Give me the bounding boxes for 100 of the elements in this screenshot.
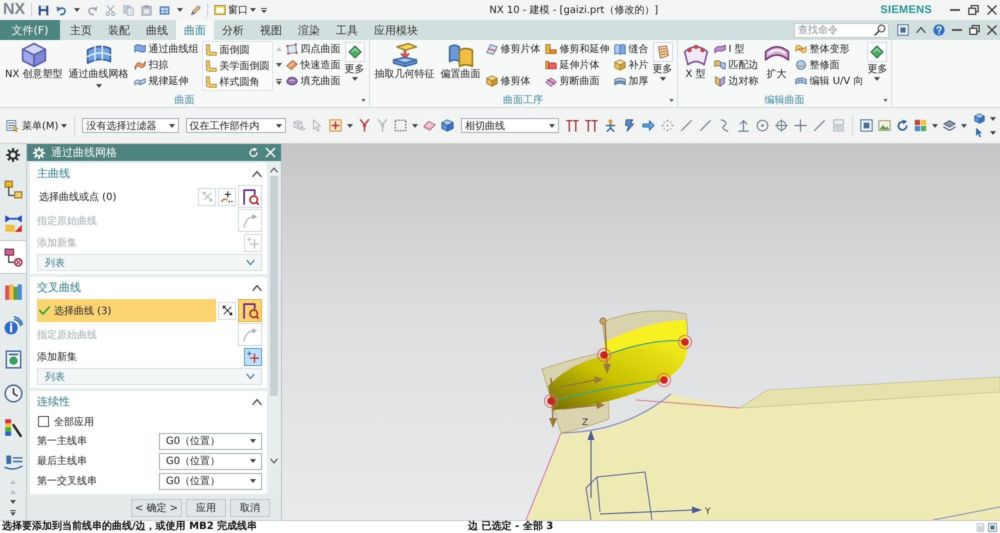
fork-icon[interactable] [358,119,371,132]
ribbon-tab[interactable]: 视图 [252,20,290,40]
expand-icon[interactable] [10,510,16,516]
double-pin-icon[interactable] [566,119,580,132]
ribbon-button[interactable]: 修剪片体 [484,41,542,57]
ribbon-button[interactable]: 补片 [612,57,650,73]
eraser-icon[interactable] [422,119,436,132]
ribbon-tab[interactable]: 工具 [328,20,366,40]
caret-icon[interactable] [961,124,967,128]
selection-step[interactable]: 选择曲线 (3) [37,299,216,322]
clipboard-icon[interactable] [141,4,152,16]
chevron-up-icon[interactable] [252,284,262,292]
ribbon-tab[interactable]: 分析 [214,20,252,40]
ribbon-button[interactable]: 填充曲面 [284,73,342,89]
point-dialog-button[interactable] [218,188,236,206]
reset-icon[interactable] [248,147,259,158]
pencil-icon[interactable] [190,4,202,16]
ribbon-tab[interactable]: 主页 [62,20,100,40]
expand-icon[interactable] [276,79,282,85]
line-icon[interactable] [680,119,694,132]
lightning-icon[interactable] [623,119,636,132]
square-plus-icon[interactable] [328,119,342,132]
ribbon-button[interactable]: 四点曲面 [284,41,342,57]
caret-icon[interactable] [412,124,418,128]
launcher-icon[interactable] [883,99,888,102]
more-button[interactable]: 更多 [866,41,888,81]
caret-icon[interactable] [346,124,353,128]
minimize-icon[interactable] [950,9,960,11]
cube-icon[interactable] [974,113,985,124]
continuity-dropdown[interactable]: G0（位置） [159,472,262,490]
tiled-windows-icon[interactable] [159,4,170,16]
graphics-viewport[interactable]: Z Y [282,144,1000,520]
ribbon-button[interactable]: 整体变形 [794,41,864,57]
ribbon-tab[interactable]: 装配 [100,20,138,40]
ok-button[interactable]: < 确定 > [130,499,182,517]
curve-rule-dropdown[interactable]: 相切曲线 [460,118,560,133]
checkbox[interactable] [38,416,49,427]
ribbon-button[interactable]: 抽取几何特征 [372,41,437,81]
scroll-down-icon[interactable] [276,63,282,67]
chevron-up-icon[interactable] [916,26,926,34]
settings-icon[interactable] [6,148,20,162]
caret-icon[interactable] [990,130,996,134]
ribbon-button[interactable]: 通过曲线网格 [66,41,131,88]
ribbon-tab[interactable]: 应用模块 [366,20,426,40]
cursor-icon[interactable] [974,127,985,138]
caret-icon[interactable] [177,8,184,12]
more-button[interactable]: 更多 [652,41,674,81]
scroll-down-icon[interactable] [10,500,16,504]
caret-icon[interactable] [74,8,80,12]
ribbon-button[interactable]: I 型 [712,41,760,57]
ribbon-tab[interactable]: 渲染 [290,20,328,40]
ribbon-tab[interactable]: 曲面 [176,20,214,40]
ribbon-button[interactable]: 快速造面 [284,57,342,73]
ribbon-button[interactable]: 延伸片体 [544,57,611,73]
continuity-dropdown[interactable]: G0（位置） [159,432,262,450]
file-menu-button[interactable]: 文件(F) [0,20,60,40]
list-toggle[interactable]: 列表 [37,254,262,271]
circle-dot-icon[interactable] [756,119,770,132]
scroll-down-icon[interactable] [270,458,278,464]
ribbon-tab[interactable]: 曲线 [138,20,176,40]
scroll-up-icon[interactable] [270,167,278,173]
ribbon-button[interactable]: 加厚 [612,73,650,89]
ribbon-button[interactable]: 扩大 [762,41,792,81]
ribbon-button[interactable]: 通过曲线组 [132,41,200,57]
curve-select-button[interactable] [238,185,262,208]
selection-scope-dropdown[interactable]: 仅在工作部件内 [186,118,286,133]
line-icon[interactable] [813,119,826,132]
cube-icon[interactable] [440,119,454,132]
ribbon-button[interactable]: 修剪体 [484,73,542,89]
selection-filter-dropdown[interactable]: 没有选择过滤器 [82,118,179,133]
dashed-square-icon[interactable] [394,119,407,132]
dots-icon[interactable] [661,119,674,132]
arrow-icon[interactable] [642,119,656,132]
continuity-dropdown[interactable]: G0（位置） [159,452,262,470]
ribbon-button[interactable]: 缝合 [612,41,650,57]
save-icon[interactable] [38,4,50,16]
resource-tab[interactable] [0,240,26,274]
caret-icon[interactable] [932,124,938,128]
minimize-icon[interactable] [952,29,962,31]
close-icon[interactable] [987,5,997,15]
figure-icon[interactable] [604,119,618,132]
restore-icon[interactable] [968,5,979,15]
grid-icon[interactable] [914,119,927,132]
ribbon-button[interactable]: 匹配边 [712,57,760,73]
curve-select-button[interactable] [238,299,262,322]
picture-icon[interactable] [878,119,891,132]
cancel-button[interactable]: 取消 [230,499,270,517]
ribbon-button[interactable]: 样式圆角 [204,74,271,90]
ribbon-button[interactable]: 规律延伸 [132,73,200,89]
fit-view-icon[interactable] [897,24,909,36]
restore-icon[interactable] [969,25,980,35]
line-icon[interactable] [699,119,712,132]
ribbon-button[interactable]: 整修面 [794,57,864,73]
ribbon-button[interactable]: NX 创意塑型 [3,41,65,81]
perpendicular-icon[interactable] [737,119,750,132]
ribbon-button[interactable]: 美学面倒圆 [204,58,271,74]
help-icon[interactable] [933,24,945,36]
ribbon-button[interactable]: 偏置曲面 [438,41,483,81]
plus-icon[interactable] [794,119,808,132]
add-set-button[interactable] [244,348,262,366]
